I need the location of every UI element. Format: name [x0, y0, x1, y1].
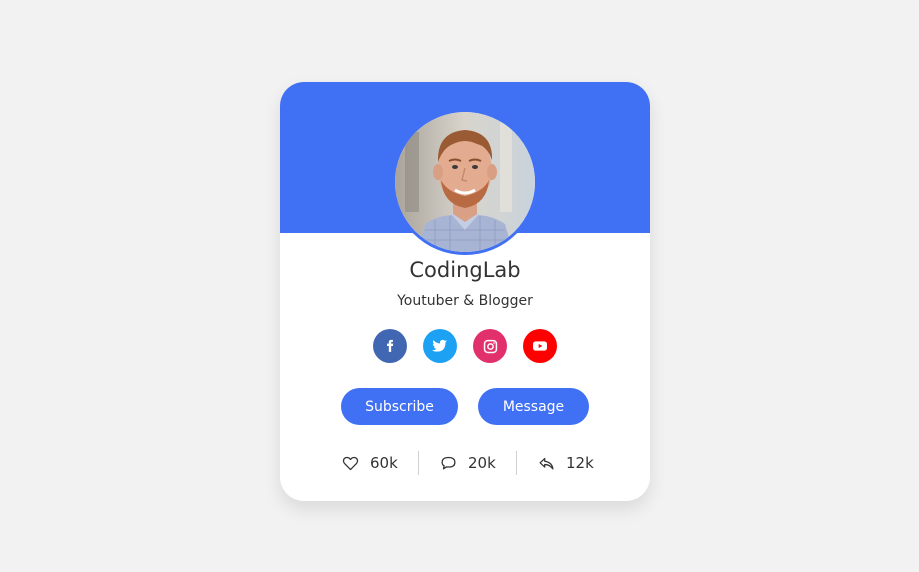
profile-role: Youtuber & Blogger — [397, 293, 533, 309]
instagram-link[interactable] — [473, 329, 507, 363]
facebook-icon — [387, 339, 394, 352]
facebook-link[interactable] — [373, 329, 407, 363]
twitter-icon — [432, 339, 448, 352]
comment-icon — [441, 456, 456, 469]
heart-icon — [342, 456, 359, 470]
likes-count: 60k — [370, 454, 398, 472]
message-button[interactable]: Message — [478, 388, 589, 425]
comments-stat[interactable]: 20k — [440, 450, 496, 476]
twitter-link[interactable] — [423, 329, 457, 363]
social-links — [373, 329, 557, 363]
profile-name: CodingLab — [409, 258, 521, 282]
avatar — [395, 112, 535, 252]
stats-divider — [418, 451, 419, 475]
shares-stat[interactable]: 12k — [538, 450, 594, 476]
stats-row: 60k 20k 12k — [280, 450, 650, 476]
youtube-icon — [533, 341, 547, 351]
shares-count: 12k — [566, 454, 594, 472]
profile-card: CodingLab Youtuber & Blogger Subscribe M… — [280, 82, 650, 501]
avatar-photo — [395, 112, 535, 252]
instagram-icon — [483, 339, 497, 353]
share-icon — [539, 457, 554, 469]
subscribe-button[interactable]: Subscribe — [341, 388, 458, 425]
comments-count: 20k — [468, 454, 496, 472]
stats-divider — [516, 451, 517, 475]
avatar-ring — [392, 109, 538, 255]
likes-stat[interactable]: 60k — [342, 450, 398, 476]
youtube-link[interactable] — [523, 329, 557, 363]
